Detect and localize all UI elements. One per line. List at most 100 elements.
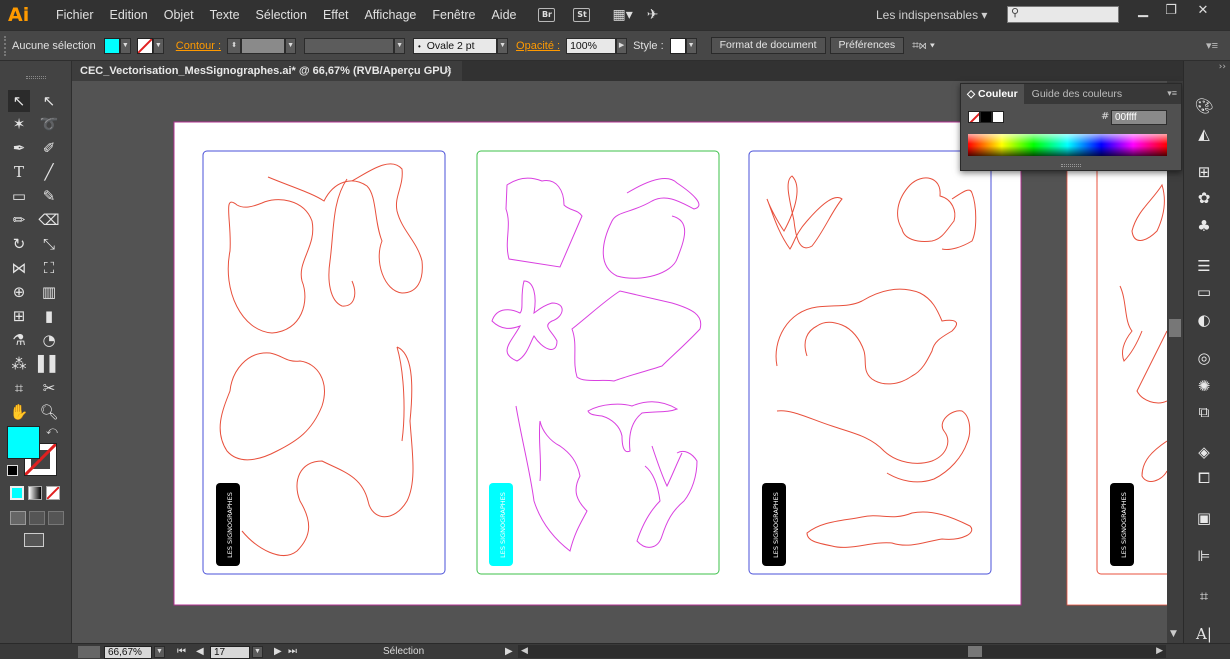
slice-tool-icon[interactable]: ✂ xyxy=(38,377,60,399)
stroke-swatch[interactable] xyxy=(136,37,153,54)
dock-collapse-icon[interactable]: ›› xyxy=(1219,62,1226,72)
curvature-tool-icon[interactable]: ✐ xyxy=(38,137,60,159)
draw-inside-icon[interactable] xyxy=(48,511,64,525)
stroke-dropdown[interactable]: ▼ xyxy=(152,37,164,54)
symbol-sprayer-tool-icon[interactable]: ⁂ xyxy=(8,353,30,375)
last-artboard-icon[interactable]: ⏭ xyxy=(288,646,297,657)
panel-black-swatch[interactable] xyxy=(980,111,992,123)
free-transform-tool-icon[interactable]: ⛶ xyxy=(38,257,60,279)
menu-fichier[interactable]: Fichier xyxy=(48,8,102,22)
artboard-dropdown[interactable]: ▼ xyxy=(252,646,263,658)
width-tool-icon[interactable]: ⋈ xyxy=(8,257,30,279)
workspace-switcher[interactable]: Les indispensables ▾ xyxy=(876,8,987,22)
mesh-tool-icon[interactable]: ⊞ xyxy=(8,305,30,327)
none-mode-button[interactable] xyxy=(46,486,60,500)
transparency-panel-icon[interactable]: ◐ xyxy=(1192,309,1216,331)
gradient-panel-icon[interactable]: ▭ xyxy=(1192,281,1216,303)
stroke-weight-stepper[interactable]: ⬍ xyxy=(227,37,242,54)
panel-white-swatch[interactable] xyxy=(992,111,1004,123)
brushes-panel-icon[interactable]: ✿ xyxy=(1192,187,1216,209)
line-tool-icon[interactable]: ╱ xyxy=(38,161,60,183)
scroll-right-icon[interactable]: ▶ xyxy=(1156,645,1163,656)
prev-artboard-icon[interactable]: ◀ xyxy=(196,646,204,657)
menu-selection[interactable]: Sélection xyxy=(248,8,315,22)
panel-resize-grip[interactable] xyxy=(1061,164,1081,167)
restore-button[interactable]: ❐ xyxy=(1155,2,1187,22)
graphic-styles-panel-icon[interactable]: ✺ xyxy=(1192,375,1216,397)
color-guide-panel-icon[interactable]: ◭ xyxy=(1192,123,1216,145)
shape-builder-tool-icon[interactable]: ⊕ xyxy=(8,281,30,303)
appearance-panel-icon[interactable]: ◎ xyxy=(1192,347,1216,369)
fill-color-box[interactable] xyxy=(7,426,40,459)
tab-couleur[interactable]: ◇ Couleur xyxy=(961,84,1024,104)
menu-effet[interactable]: Effet xyxy=(315,8,356,22)
column-graph-tool-icon[interactable]: ▌▌ xyxy=(38,353,61,375)
direct-selection-tool-icon[interactable]: ↖ xyxy=(38,90,60,112)
artboard-number-field[interactable]: 17 xyxy=(210,646,250,659)
tab-guide-couleurs[interactable]: Guide des couleurs xyxy=(1024,88,1130,100)
selection-tool-icon[interactable]: ↖ xyxy=(8,90,30,112)
stroke-weight-dropdown[interactable]: ▼ xyxy=(285,37,297,54)
zoom-dropdown[interactable]: ▼ xyxy=(154,646,165,658)
transform-panel-icon[interactable]: ▣ xyxy=(1192,507,1216,529)
opacity-field[interactable]: 100% xyxy=(566,37,617,54)
variable-width-dropdown[interactable]: ▼ xyxy=(394,37,406,54)
color-mode-button[interactable] xyxy=(10,486,24,500)
document-tab[interactable]: CEC_Vectorisation_MesSignographes.ai* @ … xyxy=(72,61,462,81)
rectangle-tool-icon[interactable]: ▭ xyxy=(8,185,30,207)
swap-fill-stroke-icon[interactable]: ⤺ xyxy=(46,424,58,438)
magic-wand-tool-icon[interactable]: ✶ xyxy=(8,113,30,135)
status-menu-arrow[interactable]: ▶ xyxy=(505,646,513,657)
panel-stroke-none-swatch[interactable] xyxy=(968,111,980,123)
fill-swatch[interactable] xyxy=(103,37,120,54)
align-panel-icon[interactable]: ⊫ xyxy=(1192,545,1216,567)
gpu-performance-icon[interactable]: ✈ xyxy=(647,7,659,23)
scroll-left-icon[interactable]: ◀ xyxy=(521,645,528,656)
color-panel-icon[interactable]: 🎨︎ xyxy=(1192,95,1216,117)
swatches-panel-icon[interactable]: ⊞ xyxy=(1192,161,1216,183)
type-tool-icon[interactable]: T xyxy=(8,161,30,183)
first-artboard-icon[interactable]: ⏮ xyxy=(177,646,186,657)
horizontal-scroll-thumb[interactable] xyxy=(968,646,982,657)
gradient-tool-icon[interactable]: ▮ xyxy=(38,305,60,327)
scale-tool-icon[interactable]: ⤡ xyxy=(38,233,60,255)
horizontal-scrollbar[interactable]: ◀ ▶ xyxy=(518,645,1166,658)
variable-width-field[interactable] xyxy=(304,37,395,54)
align-icon[interactable]: ⌗⋈ ▾ xyxy=(912,38,935,53)
stroke-weight-field[interactable] xyxy=(241,37,286,54)
gradient-mode-button[interactable] xyxy=(28,486,42,500)
draw-normal-icon[interactable] xyxy=(10,511,26,525)
vertical-scroll-thumb[interactable] xyxy=(1169,319,1181,337)
menu-texte[interactable]: Texte xyxy=(202,8,248,22)
menu-fenetre[interactable]: Fenêtre xyxy=(424,8,483,22)
opacity-arrow[interactable]: ▶ xyxy=(616,37,628,54)
scroll-down-icon[interactable]: ▼ xyxy=(1170,629,1177,639)
color-panel-menu-icon[interactable]: ▾≡ xyxy=(1167,88,1177,99)
draw-behind-icon[interactable] xyxy=(29,511,45,525)
stock-button[interactable]: St xyxy=(573,8,591,22)
help-search-input[interactable]: ⚲ xyxy=(1007,6,1119,23)
lasso-tool-icon[interactable]: ➰ xyxy=(38,113,60,135)
character-panel-icon[interactable]: A| xyxy=(1192,623,1216,645)
image-trace-panel-icon[interactable]: ⧉ xyxy=(1192,401,1216,423)
stroke-panel-icon[interactable]: ☰ xyxy=(1192,255,1216,277)
perspective-grid-tool-icon[interactable]: ▥ xyxy=(38,281,60,303)
menu-aide[interactable]: Aide xyxy=(483,8,524,22)
style-swatch[interactable] xyxy=(669,37,686,54)
screen-mode-icon[interactable] xyxy=(24,533,44,547)
symbols-panel-icon[interactable]: ♣ xyxy=(1192,215,1216,237)
paintbrush-tool-icon[interactable]: ✎ xyxy=(38,185,60,207)
zoom-field[interactable]: 66,67% xyxy=(104,646,152,659)
artboard-tool-icon[interactable]: ⌗ xyxy=(8,377,30,399)
panel-menu-icon[interactable]: ▾≡ xyxy=(1206,39,1218,52)
brush-dropdown[interactable]: ▼ xyxy=(497,37,509,54)
default-colors-icon[interactable] xyxy=(7,465,18,476)
close-button[interactable]: ✕ xyxy=(1187,2,1219,22)
menu-edition[interactable]: Edition xyxy=(102,8,156,22)
hand-tool-icon[interactable]: ✋ xyxy=(8,401,30,423)
zoom-tool-icon[interactable]: 🔍︎ xyxy=(38,401,60,423)
eraser-tool-icon[interactable]: ⌫ xyxy=(38,209,60,231)
bridge-button[interactable]: Br xyxy=(538,8,556,22)
pathfinder-panel-icon[interactable]: ⌗ xyxy=(1192,585,1216,607)
menu-affichage[interactable]: Affichage xyxy=(356,8,424,22)
